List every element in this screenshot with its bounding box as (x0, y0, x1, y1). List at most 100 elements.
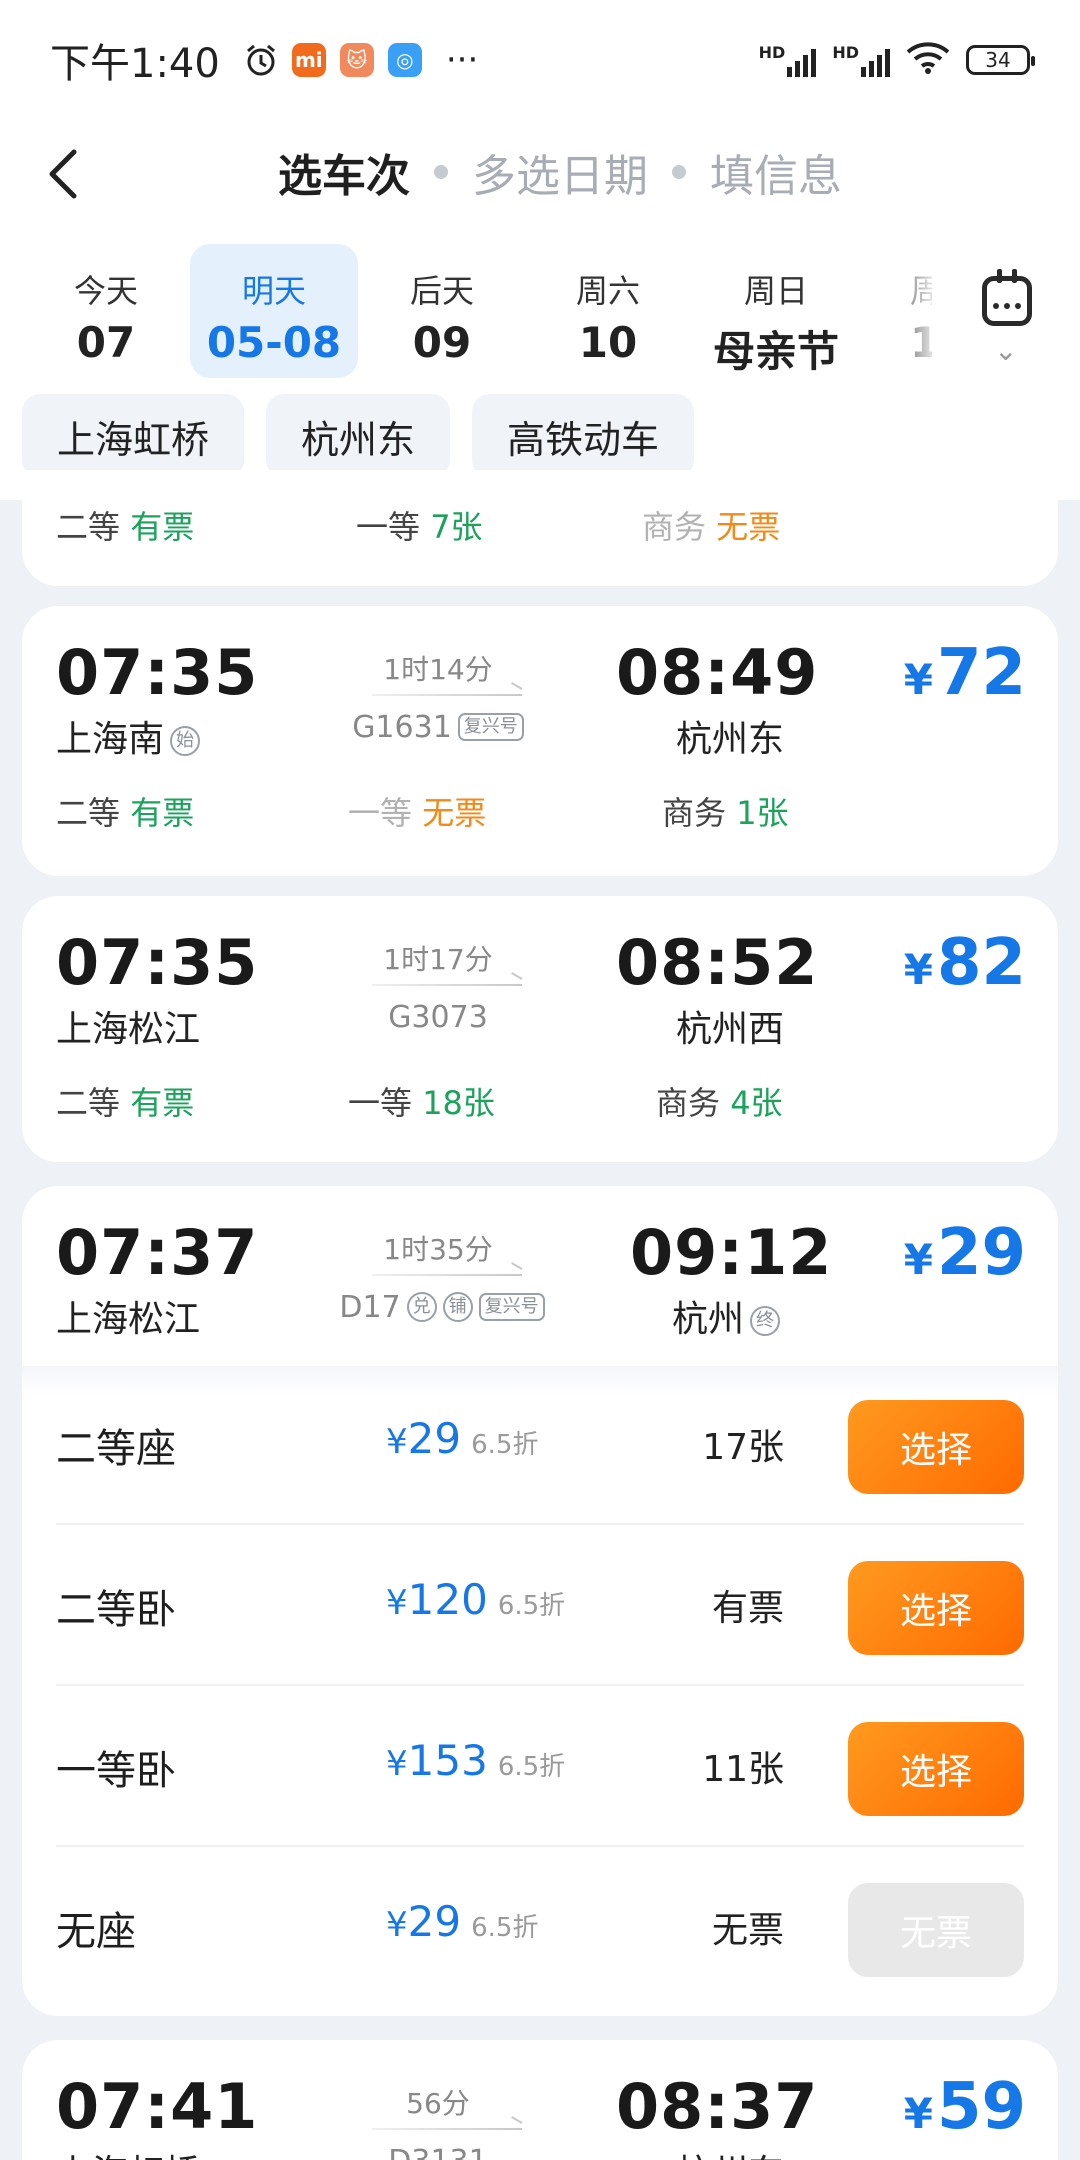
step-separator-icon (672, 165, 686, 179)
seat-option-row: 二等座 ¥29 6.5折 17张 选择 (56, 1364, 1024, 1525)
cat-app-icon: 🐱 (339, 43, 374, 77)
calendar-icon (982, 269, 1032, 326)
status-time: 下午1:40 (50, 41, 220, 87)
step-separator-icon (434, 165, 448, 179)
lowest-price: ¥29 (903, 1216, 1026, 1290)
train-card-partial[interactable]: 二等 有票 一等 7张 商务 无票 (22, 470, 1058, 586)
arrival-station: 杭州东 (676, 2144, 784, 2160)
train-card-D3131[interactable]: 07:41 上海虹桥 56分 D3131 08:37 杭州东 ¥59 (22, 2040, 1058, 2160)
seat-summary-1st: 一等 7张 (356, 508, 483, 546)
signal-hd-1: HD (759, 43, 817, 77)
arrival-time: 08:52 (616, 926, 819, 999)
seat-availability: 无票 (711, 1910, 784, 1951)
departure-time: 07:35 (56, 636, 259, 709)
wifi-icon (906, 40, 950, 80)
seat-availability: 11张 (702, 1749, 784, 1790)
lowest-price: ¥59 (903, 2070, 1026, 2144)
seat-availability: 17张 (702, 1427, 784, 1468)
chevron-down-icon: ⌄ (994, 334, 1018, 367)
seat-price: ¥29 6.5折 (386, 1414, 539, 1463)
lowest-price: ¥82 (903, 926, 1026, 1000)
select-seat-button[interactable]: 选择 (848, 1400, 1024, 1494)
seat-availability: 有票 (711, 1588, 784, 1629)
departure-time: 07:35 (56, 926, 259, 999)
duration: 1时14分 (383, 653, 493, 686)
train-ticket-app: 下午1:40 mi 🐱 ◎ ··· HD HD 34 选车次 多选日期 填信息 … (0, 0, 1080, 2160)
seat-summary-2nd: 二等 有票 (56, 1084, 195, 1122)
seat-summary-business: 商务 4张 (656, 1084, 783, 1122)
route-arrow-icon (372, 694, 522, 696)
seat-type-name: 二等卧 (56, 1587, 176, 1633)
train-card-G3073[interactable]: 07:35 上海松江 1时17分 G3073 08:52 杭州西 ¥82 二等 … (22, 896, 1058, 1162)
fuxing-tag: 复兴号 (457, 713, 524, 741)
filter-arrival-station[interactable]: 杭州东 (266, 394, 450, 478)
route-arrow-icon (372, 2128, 522, 2130)
duration: 1时17分 (383, 943, 493, 976)
fuxing-tag: 复兴号 (478, 1293, 545, 1321)
signal-hd-2: HD (832, 43, 890, 77)
date-saturday[interactable]: 周六 10 (524, 244, 692, 378)
seat-option-row: 二等卧 ¥120 6.5折 有票 选择 (56, 1525, 1024, 1686)
select-seat-button[interactable]: 选择 (848, 1722, 1024, 1816)
date-scroll-fade (880, 230, 940, 390)
filter-train-type[interactable]: 高铁动车 (472, 394, 694, 478)
date-day-after[interactable]: 后天 09 (358, 244, 526, 378)
seat-summary-1st: 一等 18张 (348, 1084, 495, 1122)
train-number: G1631 复兴号 (318, 710, 558, 745)
signal-bars-icon (787, 43, 817, 77)
duration: 56分 (406, 2087, 470, 2120)
step-fill-info: 填信息 (710, 151, 842, 202)
departure-station: 上海虹桥 (56, 2144, 200, 2160)
signal-bars-icon (861, 43, 890, 77)
seat-summary-2nd: 二等 有票 (56, 794, 195, 832)
departure-time: 07:37 (56, 1216, 259, 1289)
step-select-train: 选车次 (278, 151, 410, 202)
train-card-G1631[interactable]: 07:35 上海南始 1时14分 G1631 复兴号 08:49 杭州东 ¥72 … (22, 606, 1058, 876)
arrival-time: 08:37 (616, 2070, 819, 2143)
seat-price: ¥153 6.5折 (386, 1736, 566, 1785)
select-seat-button[interactable]: 选择 (848, 1561, 1024, 1655)
departure-station: 上海松江 (56, 1299, 201, 1340)
date-today[interactable]: 今天 07 (22, 244, 190, 378)
arrival-time: 09:12 (630, 1216, 833, 1289)
train-card-D17-expanded[interactable]: 07:37 上海松江 1时35分 D17 兑铺复兴号 09:12 杭州终 ¥29 … (22, 1186, 1058, 2016)
date-tomorrow[interactable]: 明天 05-08 (190, 244, 358, 378)
seat-summary-1st: 一等 无票 (348, 794, 487, 832)
route-arrow-icon (372, 984, 522, 986)
seat-price: ¥120 6.5折 (386, 1575, 566, 1624)
route-arrow-icon (372, 1274, 522, 1276)
status-indicators: HD HD 34 (759, 40, 1035, 80)
seat-type-name: 无座 (56, 1909, 136, 1955)
calendar-button[interactable]: ⌄ (932, 230, 1080, 390)
filter-departure-station[interactable]: 上海虹桥 (22, 394, 244, 478)
departure-station: 上海南始 (56, 710, 201, 762)
alarm-icon (244, 43, 278, 77)
train-number: G3073 (388, 1000, 488, 1035)
blue-app-icon: ◎ (387, 43, 422, 77)
seat-type-name: 二等座 (56, 1426, 176, 1472)
nav-header: 选车次 多选日期 填信息 (0, 120, 1080, 230)
date-selector: 今天 07 明天 05-08 后天 09 周六 10 周日 母亲节 周 1 ⌄ (0, 230, 1080, 390)
origin-tag: 始 (170, 726, 201, 756)
step-multi-date: 多选日期 (472, 151, 648, 202)
arrival-station: 杭州西 (676, 1009, 785, 1050)
more-notifications-icon: ··· (445, 40, 479, 80)
sold-out-button: 无票 (848, 1883, 1024, 1977)
train-number: D3131 (318, 2144, 558, 2160)
status-bar: 下午1:40 mi 🐱 ◎ ··· HD HD 34 (0, 0, 1080, 120)
sleeper-tag: 铺 (442, 1292, 473, 1322)
departure-station: 上海松江 (56, 1009, 201, 1050)
date-sunday[interactable]: 周日 母亲节 (692, 244, 860, 378)
arrival-time: 08:49 (616, 636, 819, 709)
arrival-station: 杭州终 (672, 1290, 781, 1342)
duration: 1时35分 (383, 1233, 493, 1266)
seat-type-name: 一等卧 (56, 1748, 176, 1794)
seat-price: ¥29 6.5折 (386, 1897, 539, 1946)
seat-option-row: 无座 ¥29 6.5折 无票 无票 (56, 1847, 1024, 2008)
seat-summary-business: 商务 无票 (642, 508, 781, 546)
departure-time: 07:41 (56, 2070, 259, 2143)
mi-app-icon: mi (291, 43, 326, 77)
seat-summary-2nd: 二等 有票 (56, 508, 195, 546)
seat-option-row: 一等卧 ¥153 6.5折 11张 选择 (56, 1686, 1024, 1847)
seat-summary-business: 商务 1张 (662, 794, 789, 832)
